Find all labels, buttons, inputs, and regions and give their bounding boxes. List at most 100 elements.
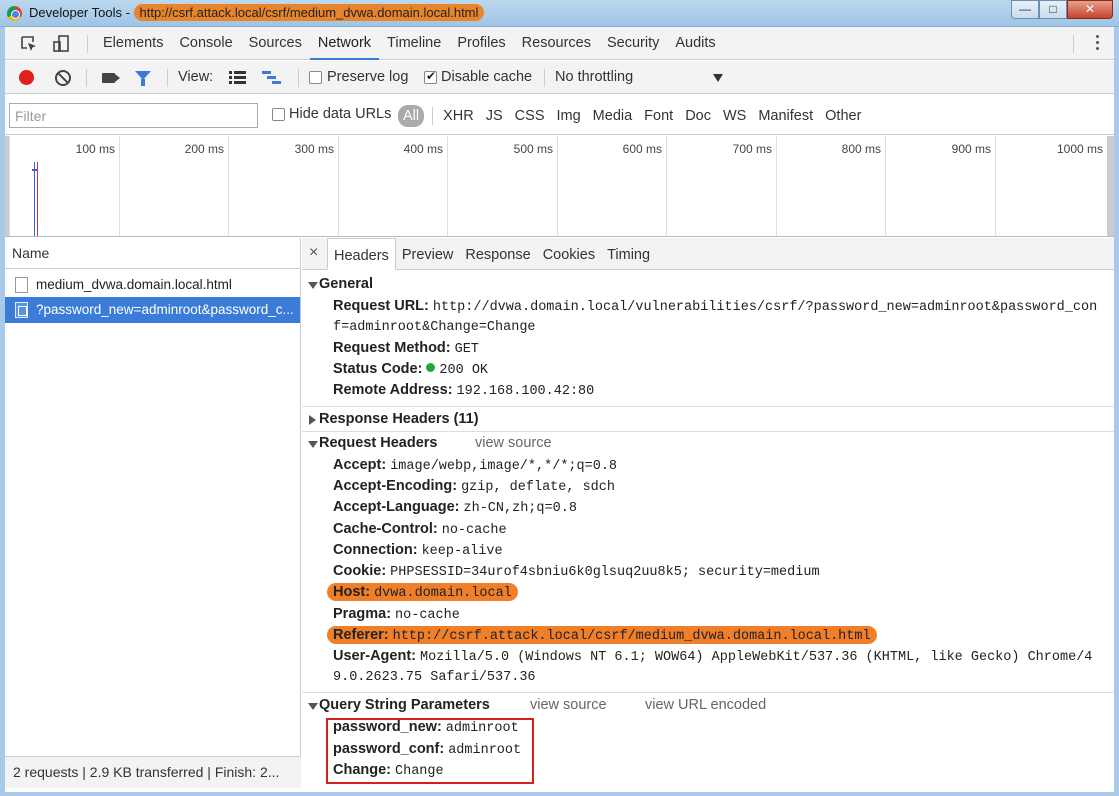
window-title: Developer Tools - http://csrf.attack.loc… [29,4,485,21]
timeline-tick: 800 ms [776,136,885,236]
resource-type-filters: All XHR JS CSS Img Media Font Doc WS Man… [398,104,867,128]
request-list-panel: Name medium_dvwa.domain.local.html ?pass… [5,238,301,756]
document-icon [15,277,28,293]
close-details-icon[interactable]: × [309,244,318,262]
maximize-button[interactable]: □ [1039,0,1067,19]
devtools-tabs: Elements Console Sources Network Timelin… [95,27,724,60]
hide-data-urls-checkbox[interactable] [272,108,285,121]
general-section-header[interactable]: General [302,274,1114,298]
request-row-selected[interactable]: ?password_new=adminroot&password_c... [5,297,300,323]
request-details-panel: × Headers Preview Response Cookies Timin… [302,238,1114,788]
timeline-tick: 300 ms [228,136,338,236]
filter-input[interactable] [9,103,258,128]
referer-header-row: Referer: http://csrf.attack.local/csrf/me… [327,625,877,647]
overview-icon[interactable] [262,70,282,84]
section-divider [302,692,1114,693]
timeline-tick: 600 ms [557,136,666,236]
tab-timing[interactable]: Timing [601,238,656,270]
device-mode-icon[interactable] [52,34,72,54]
query-string-section-header[interactable]: Query String Parameters view source view… [302,695,1114,719]
query-param-row: password_conf: adminroot [333,741,522,758]
header-row: User-Agent: Mozilla/5.0 (Windows NT 6.1; … [333,648,1093,665]
name-column-header[interactable]: Name [5,238,300,269]
status-ok-icon [426,363,436,372]
timeline-tick: 900 ms [885,136,995,236]
tab-response[interactable]: Response [459,238,536,270]
request-url-row: Request URL: http://dvwa.domain.local/vul… [333,298,1098,315]
preserve-log-label: Preserve log [327,69,409,85]
disable-cache-checkbox[interactable] [424,69,437,84]
toolbar-separator [167,69,168,87]
filter-bar: Hide data URLs All XHR JS CSS Img Media … [5,95,1114,135]
filter-ws[interactable]: WS [717,105,752,127]
timeline-tick: 100 ms [9,136,119,236]
status-code-row: Status Code: 200 OK [333,361,489,378]
highlight: Referer: http://csrf.attack.local/csrf/me… [327,626,877,644]
request-headers-section-header[interactable]: Request Headers view source [302,433,1114,457]
view-source-link[interactable]: view source [530,697,607,713]
dom-content-loaded-marker [34,162,35,236]
toolbar-separator [544,69,545,87]
highlight: Host: dvwa.domain.local [327,583,518,601]
tab-elements[interactable]: Elements [95,27,171,60]
response-headers-section-header[interactable]: Response Headers (11) [302,409,1114,433]
view-source-link[interactable]: view source [475,435,552,451]
clear-icon[interactable] [55,70,71,86]
tabbar-separator [87,35,88,53]
tab-console[interactable]: Console [171,27,240,60]
capture-screenshots-icon[interactable] [102,73,120,83]
expand-arrow-icon [308,441,318,448]
large-rows-icon[interactable] [229,70,246,84]
timeline-overview[interactable]: 100 ms 200 ms 300 ms 400 ms 500 ms 600 m… [5,136,1114,237]
header-row: Accept-Encoding: gzip, deflate, sdch [333,478,615,495]
filter-img[interactable]: Img [551,105,587,127]
timeline-tick: 500 ms [447,136,557,236]
image-document-icon [15,302,28,318]
toolbar-separator [86,69,87,87]
tab-profiles[interactable]: Profiles [449,27,513,60]
close-window-button[interactable]: ✕ [1067,0,1113,19]
window-titlebar: Developer Tools - http://csrf.attack.loc… [0,0,1119,27]
filter-media[interactable]: Media [587,105,639,127]
throttling-select[interactable]: No throttling [555,69,633,85]
chevron-down-icon[interactable] [713,74,723,82]
inspect-element-icon[interactable] [19,34,39,54]
devtools-tabbar: Elements Console Sources Network Timelin… [5,27,1114,60]
view-url-encoded-link[interactable]: view URL encoded [645,697,766,713]
timeline-right-handle[interactable] [1107,136,1114,236]
tab-sources[interactable]: Sources [241,27,310,60]
tab-security[interactable]: Security [599,27,667,60]
tab-resources[interactable]: Resources [514,27,599,60]
tab-preview[interactable]: Preview [396,238,460,270]
host-header-row: Host: dvwa.domain.local [327,582,518,604]
filter-manifest[interactable]: Manifest [752,105,819,127]
filter-all[interactable]: All [398,105,425,127]
toolbar-separator [298,69,299,87]
filter-js[interactable]: JS [480,105,509,127]
filter-css[interactable]: CSS [509,105,551,127]
user-agent-continued: 9.0.2623.75 Safari/537.36 [333,670,536,685]
request-name: ?password_new=adminroot&password_c... [36,302,294,317]
preserve-log-checkbox[interactable] [309,71,322,84]
tab-headers[interactable]: Headers [327,238,396,270]
tab-audits[interactable]: Audits [667,27,723,60]
filter-font[interactable]: Font [638,105,679,127]
request-row[interactable]: medium_dvwa.domain.local.html [5,272,300,298]
tab-network[interactable]: Network [309,27,380,60]
record-icon[interactable] [19,70,34,85]
filter-xhr[interactable]: XHR [437,105,480,127]
filter-icon[interactable] [135,71,151,86]
view-label: View: [178,69,214,85]
expand-arrow-icon [308,703,318,710]
tab-timeline[interactable]: Timeline [379,27,449,60]
header-row: Accept: image/webp,image/*,*/*;q=0.8 [333,457,618,474]
minimize-button[interactable]: — [1011,0,1039,19]
filter-doc[interactable]: Doc [679,105,717,127]
section-divider [302,406,1114,407]
tab-cookies[interactable]: Cookies [537,238,601,270]
section-divider [302,431,1114,432]
filter-other[interactable]: Other [819,105,867,127]
more-options-icon[interactable] [1096,35,1100,53]
header-row: Cookie: PHPSESSID=34urof4sbniu6k0glsuq2uu… [333,563,820,580]
request-name: medium_dvwa.domain.local.html [36,277,232,292]
